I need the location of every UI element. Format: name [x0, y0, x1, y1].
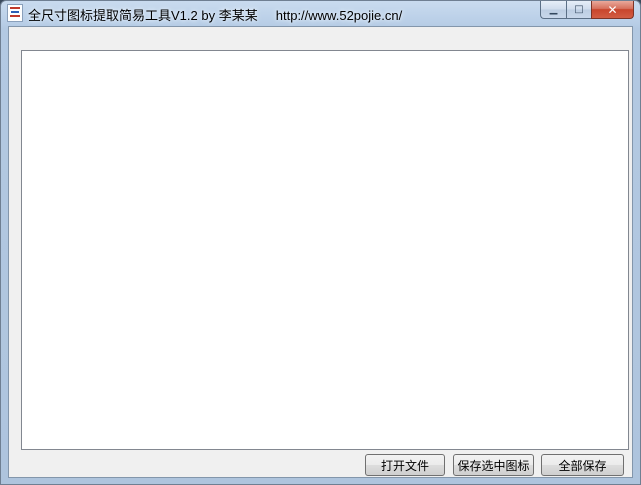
window-title: 全尺寸图标提取简易工具V1.2 by 李某某 http://www.52poji…	[28, 8, 403, 23]
title-bar[interactable]: 全尺寸图标提取简易工具V1.2 by 李某某 http://www.52poji…	[1, 1, 640, 26]
open-file-button[interactable]: 打开文件	[365, 454, 445, 476]
icon-list-view[interactable]	[21, 50, 629, 450]
main-window: 全尺寸图标提取简易工具V1.2 by 李某某 http://www.52poji…	[0, 0, 641, 485]
close-icon: ✕	[607, 2, 618, 17]
close-button[interactable]: ✕	[591, 1, 634, 19]
minimize-button[interactable]: ▁	[540, 1, 566, 19]
caption-buttons: ▁ □ ✕	[540, 1, 634, 19]
app-icon[interactable]	[7, 4, 23, 22]
save-selected-icon-button[interactable]: 保存选中图标	[453, 454, 534, 476]
minimize-icon: ▁	[549, 4, 558, 15]
dialog-client-area: 打开文件 保存选中图标 全部保存	[8, 26, 633, 478]
maximize-icon: □	[574, 4, 584, 15]
maximize-button[interactable]: □	[566, 1, 591, 19]
save-all-button[interactable]: 全部保存	[541, 454, 624, 476]
